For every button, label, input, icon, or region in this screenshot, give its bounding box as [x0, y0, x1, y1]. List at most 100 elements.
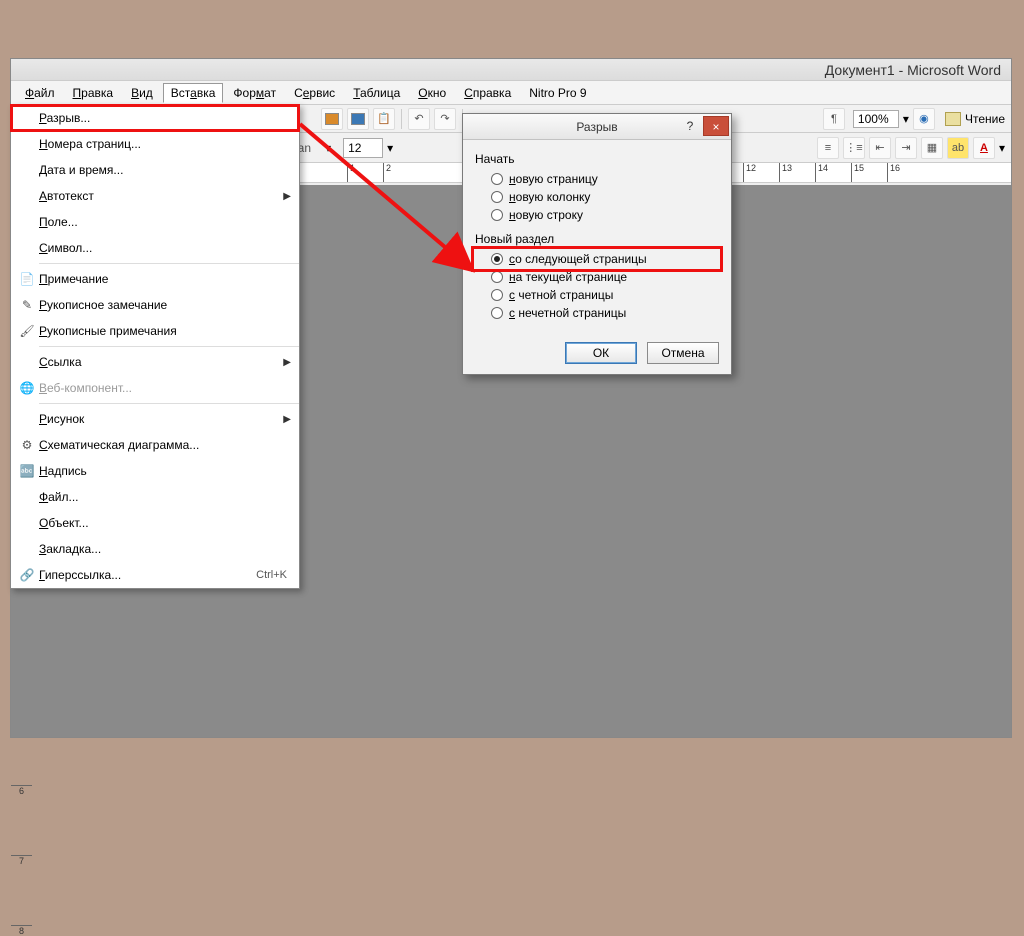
menu-item[interactable]: Номера страниц... [11, 131, 299, 157]
menu-item-label: Разрыв... [39, 111, 291, 125]
menu-item-label: Рукописные примечания [39, 324, 291, 338]
menu-item[interactable]: 🖌Рукописные примечания [11, 318, 299, 344]
menu-item-label: Примечание [39, 272, 291, 286]
menu-view[interactable]: Вид [123, 83, 161, 103]
submenu-arrow-icon: ▶ [277, 191, 291, 202]
menu-item-label: Автотекст [39, 189, 277, 203]
blank-icon [15, 186, 39, 206]
zoom-input[interactable] [853, 110, 899, 128]
radio-dot-icon [491, 209, 503, 221]
bullets-icon[interactable]: ≡ [817, 137, 839, 159]
menu-table[interactable]: Таблица [345, 83, 408, 103]
tool-generic-icon[interactable] [347, 108, 369, 130]
menu-item[interactable]: Дата и время... [11, 157, 299, 183]
menu-item[interactable]: Разрыв... [11, 105, 299, 131]
blank-icon [15, 539, 39, 559]
highlight-icon[interactable]: ab [947, 137, 969, 159]
dialog-close-button[interactable]: × [703, 116, 729, 136]
menu-item-label: Веб-компонент... [39, 381, 291, 395]
radio-dot-icon [491, 271, 503, 283]
ok-button[interactable]: ОК [565, 342, 637, 364]
menu-item[interactable]: Поле... [11, 209, 299, 235]
radio-option[interactable]: новую строку [475, 206, 719, 224]
menu-item-label: Рисунок [39, 412, 277, 426]
menu-item[interactable]: 🔤Надпись [11, 458, 299, 484]
undo-icon[interactable]: ↶ [408, 108, 430, 130]
menu-file[interactable]: ФФайлайл [17, 83, 63, 103]
ruler-tick: 16 [887, 163, 900, 183]
menu-nitro[interactable]: Nitro Pro 9 [521, 83, 594, 103]
borders-icon[interactable]: ▦ [921, 137, 943, 159]
indent-left-icon[interactable]: ⇤ [869, 137, 891, 159]
menu-item-label: Гиперссылка... [39, 568, 256, 582]
menu-item-label: Ссылка [39, 355, 277, 369]
menu-item-label: Символ... [39, 241, 291, 255]
menu-insert[interactable]: Вставка [163, 83, 224, 103]
indent-right-icon[interactable]: ⇥ [895, 137, 917, 159]
menu-item-label: Файл... [39, 490, 291, 504]
font-color-icon[interactable]: A [973, 137, 995, 159]
radio-option[interactable]: с нечетной страницы [475, 304, 719, 322]
menu-item[interactable]: Файл... [11, 484, 299, 510]
dropdown-arrow-icon[interactable]: ▾ [387, 141, 393, 155]
menu-item-label: Надпись [39, 464, 291, 478]
menu-format[interactable]: Формат [225, 83, 284, 103]
note-icon: 📄 [15, 269, 39, 289]
menu-item-label: Дата и время... [39, 163, 291, 177]
help-icon[interactable]: ◉ [913, 108, 935, 130]
cancel-button[interactable]: Отмена [647, 342, 719, 364]
radio-label: с четной страницы [509, 288, 613, 302]
ruler-tick: 15 [851, 163, 864, 183]
blank-icon [15, 352, 39, 372]
font-size-input[interactable] [343, 138, 383, 158]
dropdown-arrow-icon[interactable]: ▾ [903, 112, 909, 126]
break-dialog: Разрыв ? × Начать новую страницуновую ко… [462, 113, 732, 375]
menu-item[interactable]: Рисунок▶ [11, 406, 299, 432]
ink2-icon: 🖌 [15, 321, 39, 341]
menu-item[interactable]: ✎Рукописное замечание [11, 292, 299, 318]
menu-window[interactable]: Окно [410, 83, 454, 103]
zoom-control[interactable]: ▾ [853, 110, 909, 128]
radio-option[interactable]: со следующей страницы [475, 250, 719, 268]
menu-item: 🌐Веб-компонент... [11, 375, 299, 401]
ruler-tick: 13 [779, 163, 792, 183]
tool-generic-icon[interactable] [321, 108, 343, 130]
numbering-icon[interactable]: ⋮≡ [843, 137, 865, 159]
toolbar-separator [401, 109, 402, 129]
vruler-tick: 6 [11, 785, 32, 796]
radio-dot-icon [491, 289, 503, 301]
redo-icon[interactable]: ↷ [434, 108, 456, 130]
menu-item-label: Схематическая диаграмма... [39, 438, 291, 452]
radio-dot-icon [491, 173, 503, 185]
book-icon [945, 112, 961, 126]
radio-dot-icon [491, 191, 503, 203]
menu-item[interactable]: ⚙Схематическая диаграмма... [11, 432, 299, 458]
dialog-help-button[interactable]: ? [679, 116, 701, 136]
menu-edit[interactable]: Правка [65, 83, 122, 103]
menu-item[interactable]: Ссылка▶ [11, 349, 299, 375]
dialog-title: Разрыв [576, 120, 617, 134]
dropdown-arrow-icon[interactable]: ▾ [325, 141, 331, 155]
menu-tools[interactable]: Сервис [286, 83, 343, 103]
ruler-tick: 12 [743, 163, 756, 183]
dropdown-arrow-icon[interactable]: ▾ [999, 141, 1005, 155]
menu-item[interactable]: 🔗Гиперссылка...Ctrl+K [11, 562, 299, 588]
paste-icon[interactable]: 📋 [373, 108, 395, 130]
radio-option[interactable]: на текущей странице [475, 268, 719, 286]
menu-item[interactable]: Автотекст▶ [11, 183, 299, 209]
menu-item[interactable]: Закладка... [11, 536, 299, 562]
reading-label: Чтение [965, 112, 1005, 126]
ruler-tick: 14 [815, 163, 828, 183]
pilcrow-icon[interactable]: ¶ [823, 108, 845, 130]
menu-item[interactable]: Символ... [11, 235, 299, 261]
reading-mode-button[interactable]: Чтение [945, 112, 1005, 126]
radio-option[interactable]: с четной страницы [475, 286, 719, 304]
menu-item[interactable]: 📄Примечание [11, 266, 299, 292]
menu-help[interactable]: Справка [456, 83, 519, 103]
radio-label: с нечетной страницы [509, 306, 626, 320]
blank-icon [15, 134, 39, 154]
radio-option[interactable]: новую колонку [475, 188, 719, 206]
menu-item[interactable]: Объект... [11, 510, 299, 536]
ruler-tick: 2 [383, 163, 391, 183]
radio-option[interactable]: новую страницу [475, 170, 719, 188]
